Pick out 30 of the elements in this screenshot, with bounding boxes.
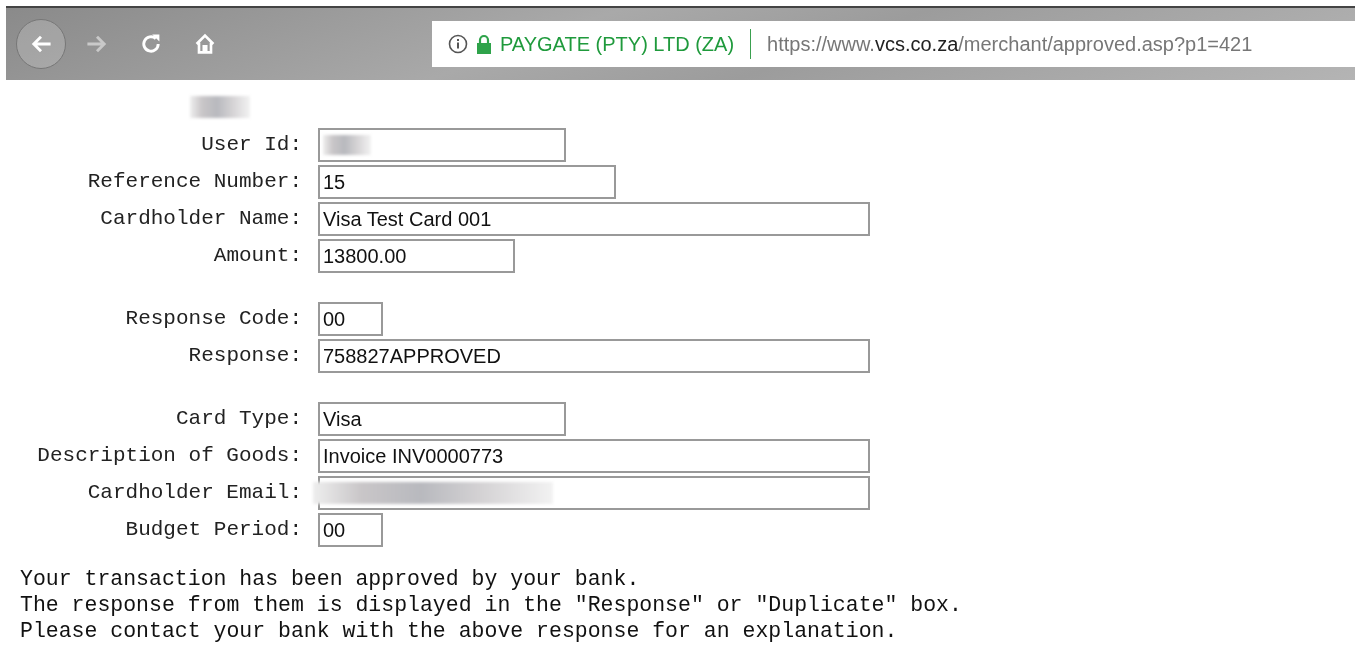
field-label: Cardholder Email: bbox=[86, 481, 303, 504]
address-bar[interactable]: PAYGATE (PTY) LTD (ZA) https://www.vcs.co.za/merchant/approved.asp?p1=421 bbox=[432, 21, 1355, 67]
text-field[interactable]: 15 bbox=[318, 164, 616, 199]
info-icon[interactable] bbox=[448, 34, 468, 54]
back-arrow-button[interactable] bbox=[16, 19, 66, 69]
home-icon bbox=[193, 32, 217, 56]
url-text: https://www.vcs.co.za/merchant/approved.asp?p1=421 bbox=[767, 32, 1253, 56]
field-label: Amount: bbox=[212, 244, 303, 267]
reload-icon bbox=[139, 32, 163, 56]
message-text: Please contact your bank with the above response for an explanation. bbox=[20, 618, 899, 644]
field-label: Budget Period: bbox=[124, 518, 303, 541]
text-field[interactable]: Invoice INV0000773 bbox=[318, 438, 870, 473]
text-field[interactable]: Visa bbox=[318, 401, 566, 436]
message-text: The response from them is displayed in the "Response" or "Duplicate" box. bbox=[20, 592, 963, 618]
field-label: Reference Number: bbox=[86, 170, 303, 193]
text-field[interactable]: Visa Test Card 001 bbox=[318, 201, 870, 236]
text-field[interactable]: 758827APPROVED bbox=[318, 338, 870, 373]
field-label: Cardholder Name: bbox=[99, 207, 303, 230]
field-label: Card Type: bbox=[174, 407, 303, 430]
lock-icon bbox=[476, 34, 492, 54]
text-field[interactable]: 00 bbox=[318, 301, 383, 336]
field-label: Response Code: bbox=[124, 307, 303, 330]
site-identity: PAYGATE (PTY) LTD (ZA) bbox=[500, 32, 735, 56]
field-label: Description of Goods: bbox=[36, 444, 303, 467]
text-field[interactable]: 13800.00 bbox=[318, 238, 515, 273]
message-text: Your transaction has been approved by your bank. bbox=[20, 566, 641, 592]
text-field[interactable]: 00 bbox=[318, 512, 383, 547]
field-label: Response: bbox=[187, 344, 303, 367]
field-label: User Id: bbox=[200, 133, 303, 156]
text-field[interactable] bbox=[318, 127, 566, 162]
